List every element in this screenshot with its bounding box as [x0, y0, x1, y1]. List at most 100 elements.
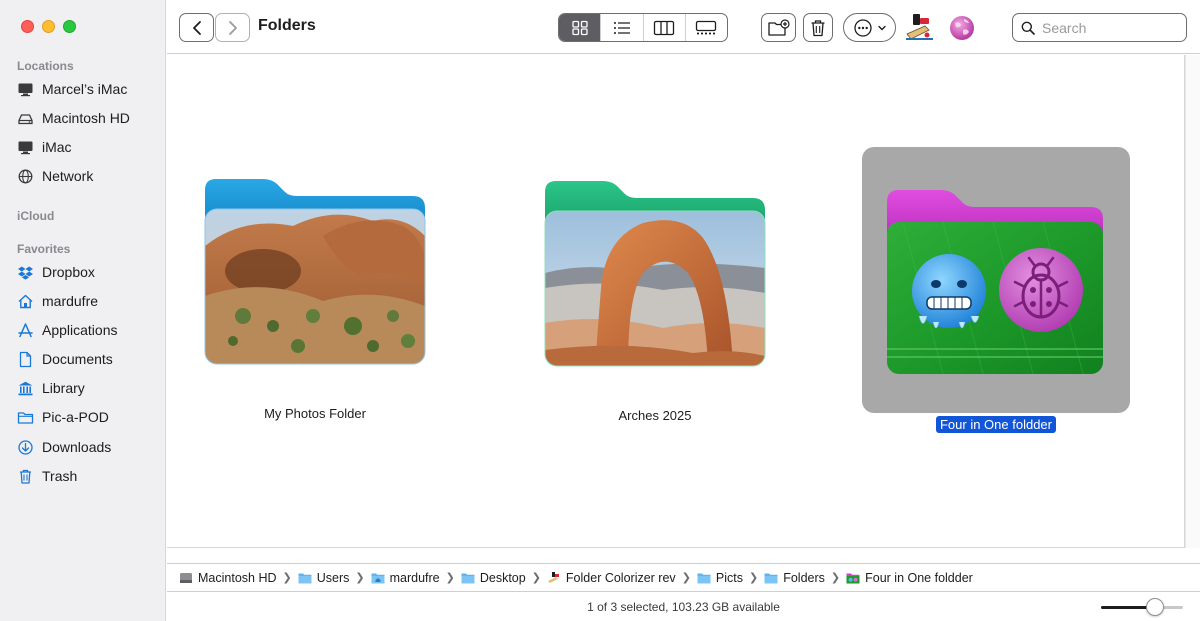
status-text: 1 of 3 selected, 103.23 GB available	[587, 599, 780, 614]
path-item-folder-colorizer[interactable]: Folder Colorizer rev ❯	[547, 571, 697, 585]
sidebar-item-downloads[interactable]: Downloads	[17, 435, 157, 459]
sidebar-item-dropbox[interactable]: Dropbox	[17, 260, 157, 284]
column-view-button[interactable]	[642, 14, 685, 41]
sidebar-item-label: Marcel’s iMac	[42, 81, 128, 97]
path-item-mardufre[interactable]: mardufre ❯	[371, 571, 461, 585]
globe-icon	[18, 169, 33, 183]
window-title: Folders	[258, 17, 316, 34]
grid-icon	[571, 20, 588, 35]
minimize-window-button[interactable]	[42, 20, 55, 33]
trash-icon	[20, 469, 31, 484]
download-icon	[18, 439, 33, 455]
folder-icon	[461, 573, 475, 583]
sidebar-item-label: Downloads	[42, 439, 112, 455]
gallery-icon	[696, 20, 717, 34]
colored-folder-icon	[846, 573, 860, 583]
sidebar-item-library[interactable]: Library	[17, 376, 157, 400]
columns-icon	[653, 20, 675, 35]
slider-knob[interactable]	[1145, 598, 1164, 616]
sidebar-item-label: Library	[42, 380, 85, 396]
list-icon	[613, 21, 630, 34]
chevron-right-icon: ❯	[749, 572, 759, 584]
new-folder-button[interactable]	[761, 13, 796, 42]
path-label: Four in One foldder	[865, 570, 973, 585]
sidebar-item-label: Macintosh HD	[42, 110, 130, 126]
forward-button[interactable]	[215, 13, 250, 42]
folder-colorizer-app-icon	[547, 571, 559, 583]
folder-four-in-one[interactable]	[883, 186, 1107, 378]
library-icon	[18, 381, 33, 395]
sidebar-item-network[interactable]: Network	[17, 164, 157, 188]
path-item-folders[interactable]: Folders ❯	[764, 571, 846, 585]
folder-my-photos[interactable]	[203, 176, 427, 368]
sidebar-item-pic-a-pod[interactable]: Pic-a-POD	[17, 405, 157, 429]
sidebar-item-imac[interactable]: iMac	[17, 135, 157, 159]
chevron-down-icon	[877, 25, 886, 30]
path-label: Users	[316, 570, 350, 585]
delete-button[interactable]	[803, 13, 833, 42]
folder-label[interactable]: My Photos Folder	[264, 406, 366, 421]
sidebar-heading-locations[interactable]: Locations	[17, 59, 74, 73]
dropbox-icon	[18, 266, 33, 280]
more-actions-button[interactable]	[843, 13, 896, 42]
zoom-window-button[interactable]	[63, 20, 76, 33]
gallery-view-button[interactable]	[684, 14, 727, 41]
chevron-right-icon: ❯	[282, 572, 292, 584]
path-label: Macintosh HD	[198, 570, 277, 585]
folder-colorizer-app-icon[interactable]	[903, 12, 937, 42]
folder-icon	[298, 573, 312, 583]
display-icon	[18, 141, 33, 154]
sidebar-item-trash[interactable]: Trash	[17, 464, 157, 488]
ellipsis-circle-icon	[853, 18, 872, 37]
sidebar-heading-favorites[interactable]: Favorites	[17, 242, 70, 256]
home-icon	[18, 294, 33, 308]
window-controls	[21, 20, 76, 33]
chevron-right-icon: ❯	[681, 572, 691, 584]
sidebar-item-marcels-imac[interactable]: Marcel’s iMac	[17, 77, 157, 101]
back-button[interactable]	[179, 13, 214, 42]
folder-icon	[697, 573, 711, 583]
sidebar-item-applications[interactable]: Applications	[17, 318, 157, 342]
search-field[interactable]	[1012, 13, 1187, 42]
new-folder-icon	[767, 18, 790, 36]
sidebar-heading-icloud[interactable]: iCloud	[17, 209, 54, 223]
path-item-desktop[interactable]: Desktop ❯	[461, 571, 547, 585]
close-window-button[interactable]	[21, 20, 34, 33]
drive-icon	[180, 572, 192, 583]
path-item-macintosh-hd[interactable]: Macintosh HD ❯	[179, 571, 298, 585]
path-item-four-in-one[interactable]: Four in One foldder	[846, 571, 973, 585]
chevron-right-icon: ❯	[445, 572, 455, 584]
sidebar-item-documents[interactable]: Documents	[17, 347, 157, 371]
globe-app-icon[interactable]	[948, 14, 976, 42]
chevron-right-icon	[228, 20, 237, 35]
path-label: mardufre	[389, 570, 440, 585]
sidebar: Locations Marcel’s iMac Macintosh HD iMa…	[0, 0, 166, 621]
sidebar-item-label: Network	[42, 168, 94, 184]
applications-icon	[18, 322, 33, 337]
chevron-right-icon: ❯	[531, 572, 541, 584]
folder-label-selected[interactable]: Four in One foldder	[935, 416, 1056, 433]
path-item-picts[interactable]: Picts ❯	[697, 571, 764, 585]
folder-arches-2025[interactable]	[543, 178, 767, 370]
folder-icon	[17, 411, 34, 424]
path-label: Folders	[783, 570, 825, 585]
sidebar-item-macintosh-hd[interactable]: Macintosh HD	[17, 106, 157, 130]
status-bar: 1 of 3 selected, 103.23 GB available	[167, 592, 1200, 621]
sidebar-item-mardufre[interactable]: mardufre	[17, 289, 157, 313]
vertical-scrollbar[interactable]	[1185, 55, 1200, 548]
icon-view-button[interactable]	[559, 14, 601, 41]
list-view-button[interactable]	[600, 14, 642, 41]
sidebar-item-label: mardufre	[42, 293, 99, 309]
sidebar-item-label: iMac	[42, 139, 72, 155]
path-label: Desktop	[479, 570, 526, 585]
icon-size-slider[interactable]	[1101, 598, 1183, 616]
chevron-left-icon	[192, 20, 201, 35]
document-icon	[19, 351, 32, 367]
display-icon	[18, 83, 33, 96]
path-label: Folder Colorizer rev	[565, 570, 676, 585]
path-item-users[interactable]: Users ❯	[298, 571, 371, 585]
chevron-right-icon: ❯	[355, 572, 365, 584]
drive-icon	[18, 113, 33, 124]
search-input[interactable]	[1042, 19, 1172, 36]
folder-label[interactable]: Arches 2025	[619, 408, 692, 423]
